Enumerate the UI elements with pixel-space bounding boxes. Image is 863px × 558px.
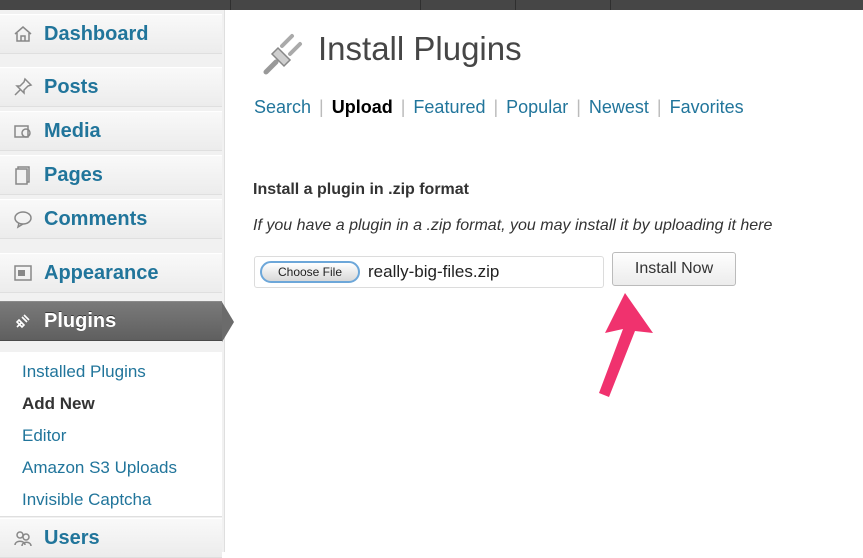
sidebar-item-label: Users <box>44 526 100 549</box>
tab-search[interactable]: Search <box>254 97 311 117</box>
sidebar-item-label: Media <box>44 119 101 142</box>
plugins-submenu: Installed Plugins Add New Editor Amazon … <box>0 352 222 517</box>
pages-icon <box>12 164 34 186</box>
menu-separator <box>0 239 222 245</box>
tab-upload[interactable]: Upload <box>332 97 393 117</box>
upload-help-text: If you have a plugin in a .zip format, y… <box>253 217 773 234</box>
choose-file-button[interactable]: Choose File <box>260 261 360 283</box>
tab-separator: | <box>656 97 662 117</box>
admin-bar-divider <box>420 0 421 10</box>
media-icon <box>12 120 34 142</box>
tab-separator: | <box>319 97 324 117</box>
sidebar-item-label: Appearance <box>44 261 159 284</box>
tab-newest[interactable]: Newest <box>589 97 649 117</box>
plugin-icon <box>12 310 34 332</box>
submenu-item-add-new[interactable]: Add New <box>22 394 95 414</box>
tab-featured[interactable]: Featured <box>413 97 485 117</box>
sidebar-item-media[interactable]: Media <box>0 111 222 151</box>
tab-favorites[interactable]: Favorites <box>670 97 744 117</box>
sidebar-item-label: Pages <box>44 163 103 186</box>
sidebar-item-posts[interactable]: Posts <box>0 67 222 107</box>
sidebar-item-users[interactable]: Users <box>0 518 222 558</box>
sidebar-item-label: Posts <box>44 75 99 98</box>
plugin-install-tabs: Search | Upload | Featured | Popular | Newest | Fa… <box>254 97 744 118</box>
admin-bar-divider <box>230 0 231 10</box>
pushpin-icon <box>12 76 34 98</box>
page-title: Install Plugins <box>318 30 522 67</box>
submenu-item-installed-plugins[interactable]: Installed Plugins <box>22 362 146 382</box>
upload-heading: Install a plugin in .zip format <box>253 181 470 198</box>
admin-sidebar: Dashboard Posts Media Pages Comments App… <box>0 10 234 558</box>
dashboard-icon <box>12 23 34 45</box>
annotation-arrow-icon <box>599 293 653 397</box>
sidebar-item-appearance[interactable]: Appearance <box>0 253 222 293</box>
tab-separator: | <box>493 97 499 117</box>
sidebar-item-pages[interactable]: Pages <box>0 155 222 195</box>
menu-separator <box>0 54 222 60</box>
admin-bar-divider <box>515 0 516 10</box>
submenu-item-amazon-s3-uploads[interactable]: Amazon S3 Uploads <box>22 458 177 478</box>
sidebar-item-dashboard[interactable]: Dashboard <box>0 14 222 54</box>
sidebar-item-label: Plugins <box>44 309 117 332</box>
sidebar-item-label: Dashboard <box>44 22 149 45</box>
plug-icon <box>263 34 302 75</box>
appearance-icon <box>12 262 34 284</box>
file-input[interactable]: Choose File really-big-files.zip <box>254 256 604 288</box>
comment-icon <box>12 208 34 230</box>
submenu-item-editor[interactable]: Editor <box>22 426 66 446</box>
selected-file-name: really-big-files.zip <box>368 262 500 281</box>
sidebar-item-comments[interactable]: Comments <box>0 199 222 239</box>
install-now-button[interactable]: Install Now <box>612 252 736 286</box>
tab-popular[interactable]: Popular <box>506 97 568 117</box>
users-icon <box>12 527 34 549</box>
submenu-item-invisible-captcha[interactable]: Invisible Captcha <box>22 490 151 510</box>
admin-bar <box>0 0 863 10</box>
tab-separator: | <box>576 97 581 117</box>
sidebar-item-label: Comments <box>44 207 148 230</box>
active-menu-pointer <box>222 302 234 342</box>
admin-bar-divider <box>610 0 611 10</box>
tab-separator: | <box>400 97 406 117</box>
sidebar-item-plugins[interactable]: Plugins <box>0 301 234 342</box>
